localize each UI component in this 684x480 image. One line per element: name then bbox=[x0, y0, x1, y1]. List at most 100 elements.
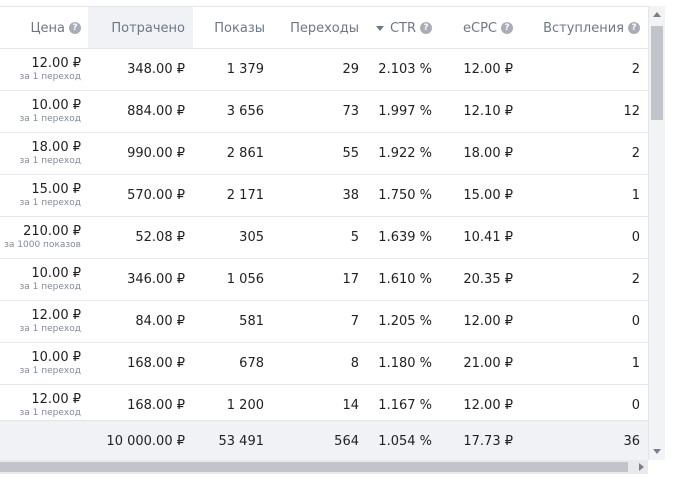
table-row[interactable]: 18.00 ₽ за 1 переход 990.00 ₽ 2 861 55 1.922 … bbox=[0, 132, 648, 174]
ctr-cell: 1.997 % bbox=[378, 104, 432, 119]
impressions-cell: 305 bbox=[239, 230, 264, 245]
clicks-cell: 5 bbox=[350, 230, 359, 245]
price-cell: 210.00 ₽ за 1000 показов bbox=[0, 217, 81, 258]
ecpc-cell: 12.10 ₽ bbox=[463, 104, 513, 119]
sort-desc-icon bbox=[375, 25, 384, 31]
total-clicks: 564 bbox=[334, 433, 359, 449]
column-header-ctr[interactable]: CTR? bbox=[359, 7, 432, 49]
spent-cell: 346.00 ₽ bbox=[127, 272, 185, 287]
price-value: 18.00 ₽ bbox=[31, 140, 81, 155]
stats-table-panel: Цена? Потрачено Показы Переходы CTR? eCP… bbox=[0, 0, 665, 480]
joins-cell: 2 bbox=[631, 272, 640, 287]
scroll-up-icon[interactable] bbox=[653, 12, 661, 17]
column-header-label: Цена bbox=[30, 20, 65, 36]
ctr-cell: 1.180 % bbox=[378, 356, 432, 371]
price-unit: за 1 переход bbox=[19, 324, 81, 334]
vertical-scroll-thumb[interactable] bbox=[651, 26, 663, 120]
help-icon[interactable]: ? bbox=[420, 22, 432, 34]
price-unit: за 1 переход bbox=[19, 282, 81, 292]
table-row[interactable]: 10.00 ₽ за 1 переход 346.00 ₽ 1 056 17 1.610 … bbox=[0, 258, 648, 300]
impressions-cell: 1 056 bbox=[226, 272, 264, 287]
ctr-cell: 1.639 % bbox=[378, 230, 432, 245]
price-value: 10.00 ₽ bbox=[31, 266, 81, 281]
price-value: 12.00 ₽ bbox=[31, 308, 81, 323]
price-unit: за 1 переход bbox=[19, 156, 81, 166]
total-impressions: 53 491 bbox=[218, 433, 265, 449]
price-cell: 15.00 ₽ за 1 переход bbox=[0, 175, 81, 216]
joins-cell: 1 bbox=[631, 356, 640, 371]
clicks-cell: 38 bbox=[342, 188, 359, 203]
spent-cell: 884.00 ₽ bbox=[127, 104, 185, 119]
price-cell: 10.00 ₽ за 1 переход bbox=[0, 91, 81, 132]
help-icon[interactable]: ? bbox=[501, 22, 513, 34]
column-header-label: Переходы bbox=[290, 20, 359, 36]
ctr-cell: 2.103 % bbox=[378, 62, 432, 77]
clicks-cell: 7 bbox=[350, 314, 359, 329]
column-header-label: CTR bbox=[389, 20, 416, 36]
spent-cell: 348.00 ₽ bbox=[127, 62, 185, 77]
price-unit: за 1 переход bbox=[19, 366, 81, 376]
price-value: 15.00 ₽ bbox=[31, 182, 81, 197]
column-header-label: eCPC bbox=[463, 20, 497, 36]
clicks-cell: 17 bbox=[342, 272, 359, 287]
spent-cell: 990.00 ₽ bbox=[127, 146, 185, 161]
impressions-cell: 3 656 bbox=[226, 104, 264, 119]
horizontal-scrollbar[interactable] bbox=[0, 460, 648, 474]
column-header-price[interactable]: Цена? bbox=[0, 7, 81, 49]
price-unit: за 1 переход bbox=[19, 114, 81, 124]
horizontal-scroll-thumb[interactable] bbox=[0, 462, 628, 472]
vertical-scrollbar[interactable] bbox=[648, 6, 665, 460]
ecpc-cell: 15.00 ₽ bbox=[463, 188, 513, 203]
table-row[interactable]: 12.00 ₽ за 1 переход 348.00 ₽1 379 29 2.103 … bbox=[0, 48, 648, 90]
clicks-cell: 29 bbox=[342, 62, 359, 77]
table-row[interactable]: 10.00 ₽ за 1 переход 168.00 ₽ 678 8 1.180 % 21… bbox=[0, 342, 648, 384]
column-header-spent[interactable]: Потрачено bbox=[88, 7, 193, 49]
impressions-cell: 2 171 bbox=[226, 188, 264, 203]
column-header-label: Вступления bbox=[543, 20, 624, 36]
spent-cell: 52.08 ₽ bbox=[135, 230, 185, 245]
ctr-cell: 1.750 % bbox=[378, 188, 432, 203]
price-unit: за 1000 показов bbox=[4, 240, 81, 250]
ctr-cell: 1.922 % bbox=[378, 146, 432, 161]
table-row[interactable]: 10.00 ₽ за 1 переход 884.00 ₽ 3 656 73 1.997 … bbox=[0, 90, 648, 132]
price-value: 12.00 ₽ bbox=[31, 56, 81, 71]
impressions-cell: 1 379 bbox=[226, 62, 264, 77]
impressions-cell: 678 bbox=[239, 356, 264, 371]
clicks-cell: 55 bbox=[342, 146, 359, 161]
total-spent: 10 000.00 ₽ bbox=[106, 433, 185, 449]
joins-cell: 0 bbox=[631, 314, 640, 329]
total-ecpc: 17.73 ₽ bbox=[463, 433, 513, 449]
column-header-joins[interactable]: Вступления? bbox=[513, 7, 640, 49]
clicks-cell: 8 bbox=[350, 356, 359, 371]
ecpc-cell: 12.00 ₽ bbox=[463, 62, 513, 77]
totals-row: 10 000.00 ₽ 53 491 564 1.054 % 17.73 ₽ 3… bbox=[0, 420, 648, 461]
total-joins: 36 bbox=[623, 433, 640, 449]
column-header-clicks[interactable]: Переходы bbox=[265, 7, 359, 49]
price-cell: 18.00 ₽ за 1 переход bbox=[0, 133, 81, 174]
price-unit: за 1 переход bbox=[19, 408, 81, 418]
spent-cell: 84.00 ₽ bbox=[135, 314, 185, 329]
scroll-right-icon[interactable] bbox=[639, 463, 644, 471]
impressions-cell: 2 861 bbox=[226, 146, 264, 161]
ecpc-cell: 20.35 ₽ bbox=[463, 272, 513, 287]
column-header-ecpc[interactable]: eCPC? bbox=[432, 7, 513, 49]
scroll-down-icon[interactable] bbox=[653, 449, 661, 454]
price-cell: 10.00 ₽ за 1 переход bbox=[0, 343, 81, 384]
price-unit: за 1 переход bbox=[19, 72, 81, 82]
column-header-impressions[interactable]: Показы bbox=[193, 7, 265, 49]
ecpc-cell: 12.00 ₽ bbox=[463, 314, 513, 329]
spent-cell: 168.00 ₽ bbox=[127, 356, 185, 371]
help-icon[interactable]: ? bbox=[69, 22, 81, 34]
table-row[interactable]: 210.00 ₽ за 1000 показов 52.08 ₽ 305 5 1.639 … bbox=[0, 216, 648, 258]
price-value: 10.00 ₽ bbox=[31, 350, 81, 365]
table-row[interactable]: 12.00 ₽ за 1 переход 84.00 ₽581 7 1.205 % 12.… bbox=[0, 300, 648, 342]
price-unit: за 1 переход bbox=[19, 198, 81, 208]
joins-cell: 12 bbox=[623, 104, 640, 119]
price-cell: 10.00 ₽ за 1 переход bbox=[0, 259, 81, 300]
price-value: 12.00 ₽ bbox=[31, 392, 81, 407]
table-row[interactable]: 15.00 ₽ за 1 переход 570.00 ₽2 171 38 1.750 … bbox=[0, 174, 648, 216]
price-cell: 12.00 ₽ за 1 переход bbox=[0, 301, 81, 342]
impressions-cell: 581 bbox=[239, 314, 264, 329]
joins-cell: 1 bbox=[631, 188, 640, 203]
help-icon[interactable]: ? bbox=[628, 22, 640, 34]
